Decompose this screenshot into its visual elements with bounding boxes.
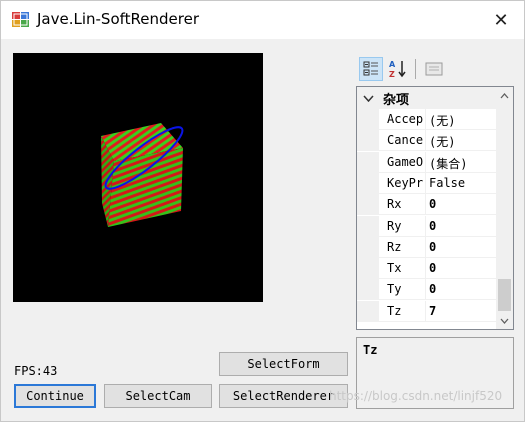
- categorized-button[interactable]: [359, 57, 383, 81]
- property-name: KeyPr: [387, 176, 424, 190]
- column-divider: [425, 301, 426, 322]
- column-divider: [425, 130, 426, 151]
- window-title: Jave.Lin-SoftRenderer: [37, 10, 199, 28]
- column-divider: [425, 109, 426, 130]
- vertical-scrollbar[interactable]: [496, 87, 513, 329]
- property-value[interactable]: 0: [429, 240, 436, 254]
- property-value[interactable]: 0: [429, 282, 436, 296]
- row-gutter: [357, 152, 379, 173]
- scroll-down-button[interactable]: [496, 312, 513, 329]
- close-button[interactable]: ✕: [478, 1, 524, 39]
- column-divider: [425, 194, 426, 215]
- app-icon: [12, 11, 29, 28]
- row-gutter: [357, 216, 379, 237]
- continue-button[interactable]: Continue: [14, 384, 96, 408]
- column-divider: [425, 173, 426, 194]
- toolbar-separator: [415, 59, 416, 79]
- column-divider: [425, 216, 426, 237]
- property-name: GameO: [387, 155, 424, 169]
- category-label: 杂项: [383, 92, 410, 108]
- svg-text:A: A: [389, 60, 396, 69]
- property-name: Ty: [387, 282, 402, 296]
- title-bar: Jave.Lin-SoftRenderer ✕: [1, 1, 524, 39]
- property-row-rx[interactable]: Rx 0: [357, 194, 496, 215]
- property-row-ty[interactable]: Ty 0: [357, 279, 496, 300]
- property-name: Ry: [387, 219, 402, 233]
- property-value[interactable]: 7: [429, 304, 436, 318]
- property-row-keypr[interactable]: KeyPr False: [357, 173, 496, 194]
- description-title: Tz: [363, 343, 378, 357]
- row-gutter: [357, 194, 379, 215]
- property-value[interactable]: 0: [429, 219, 436, 233]
- row-gutter: [357, 130, 379, 151]
- property-value[interactable]: 0: [429, 261, 436, 275]
- property-row-gameo[interactable]: GameO (集合): [357, 152, 496, 173]
- categorized-icon: [363, 61, 378, 76]
- app-window: Jave.Lin-SoftRenderer ✕ FPS:43 SelectFor…: [0, 0, 525, 422]
- fps-counter: FPS:43: [14, 364, 58, 378]
- scrollbar-thumb[interactable]: [498, 279, 511, 311]
- rendered-scene: [101, 123, 184, 227]
- row-gutter: [357, 301, 379, 322]
- row-separator: [379, 321, 496, 322]
- row-gutter: [357, 279, 379, 300]
- row-gutter: [357, 173, 379, 194]
- row-separator: [379, 299, 496, 300]
- property-name: Tx: [387, 261, 402, 275]
- property-pages-button[interactable]: [422, 57, 446, 81]
- row-gutter: [357, 258, 379, 279]
- alphabetical-sort-icon: A Z: [389, 60, 406, 79]
- property-value[interactable]: (无): [429, 133, 455, 150]
- property-name: Accep: [387, 112, 424, 126]
- property-row-accep[interactable]: Accep (无): [357, 109, 496, 130]
- column-divider: [425, 258, 426, 279]
- property-row-rz[interactable]: Rz 0: [357, 237, 496, 258]
- property-row-tx[interactable]: Tx 0: [357, 258, 496, 279]
- select-form-button[interactable]: SelectForm: [219, 352, 348, 376]
- property-row-cance[interactable]: Cance (无): [357, 130, 496, 151]
- property-grid-toolbar: A Z: [356, 53, 516, 83]
- chevron-down-icon: [363, 92, 377, 105]
- column-divider: [425, 152, 426, 173]
- property-name: Tz: [387, 304, 402, 318]
- select-cam-button[interactable]: SelectCam: [104, 384, 212, 408]
- column-divider: [425, 237, 426, 258]
- row-gutter: [357, 109, 379, 130]
- close-icon: ✕: [493, 9, 509, 31]
- property-row-tz[interactable]: Tz 7: [357, 301, 496, 322]
- property-name: Rz: [387, 240, 402, 254]
- property-grid[interactable]: 杂项 Accep (无) Cance (无) GameO (集合) KeyPr False Rx…: [356, 86, 514, 330]
- property-value[interactable]: False: [429, 176, 465, 190]
- property-name: Rx: [387, 197, 402, 211]
- property-value[interactable]: 0: [429, 197, 436, 211]
- property-value[interactable]: (无): [429, 112, 455, 129]
- property-value[interactable]: (集合): [429, 155, 467, 172]
- row-separator: [379, 150, 496, 151]
- property-pages-icon: [425, 62, 443, 76]
- svg-text:Z: Z: [389, 70, 395, 79]
- category-header[interactable]: 杂项: [357, 87, 496, 109]
- watermark-text: https://blog.csdn.net/linjf520: [329, 389, 503, 403]
- scroll-up-button[interactable]: [496, 87, 513, 104]
- row-separator: [379, 214, 496, 215]
- column-divider: [425, 279, 426, 300]
- property-row-ry[interactable]: Ry 0: [357, 216, 496, 237]
- alphabetical-button[interactable]: A Z: [386, 57, 410, 81]
- property-name: Cance: [387, 133, 424, 147]
- row-gutter: [357, 237, 379, 258]
- render-viewport[interactable]: [13, 53, 263, 302]
